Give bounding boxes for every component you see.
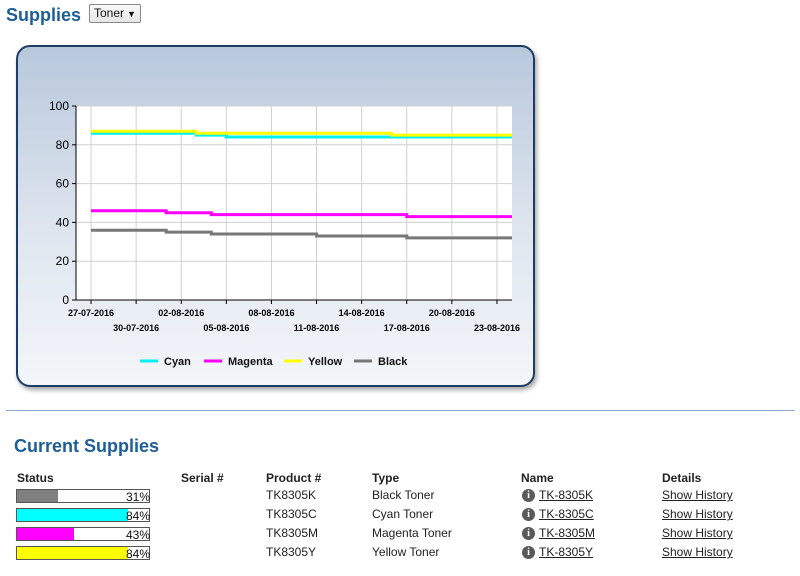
x-tick-label: 14-08-2016 (339, 308, 385, 318)
level-bar: 43% (16, 527, 150, 541)
y-tick-label: 0 (62, 293, 69, 307)
product-number: TK8305C (266, 507, 317, 521)
x-tick-label: 30-07-2016 (113, 323, 159, 333)
chevron-down-icon: ▼ (127, 9, 136, 19)
level-percent: 84% (125, 509, 150, 523)
level-bar: 31% (16, 489, 150, 503)
level-bar: 84% (16, 546, 150, 560)
supply-type: Yellow Toner (372, 545, 440, 559)
level-bar-fill (17, 509, 128, 521)
level-percent: 43% (125, 528, 150, 542)
y-tick-label: 80 (56, 138, 70, 152)
level-percent: 84% (125, 547, 150, 561)
x-tick-label: 02-08-2016 (158, 308, 204, 318)
supply-name-link[interactable]: TK-8305C (539, 507, 594, 521)
x-tick-label: 08-08-2016 (248, 308, 294, 318)
level-bar-fill (17, 490, 58, 502)
x-tick-label: 05-08-2016 (203, 323, 249, 333)
show-history-link[interactable]: Show History (662, 545, 733, 559)
legend-label: Cyan (164, 356, 191, 368)
show-history-link[interactable]: Show History (662, 488, 733, 502)
show-history-link[interactable]: Show History (662, 526, 733, 540)
x-tick-label: 27-07-2016 (68, 308, 114, 318)
column-header-serial: Serial # (181, 471, 224, 485)
info-icon[interactable]: i (522, 489, 535, 502)
product-number: TK8305K (266, 488, 317, 502)
column-header-details: Details (662, 471, 702, 485)
info-icon[interactable]: i (522, 508, 535, 521)
column-header-type: Type (372, 471, 400, 485)
level-percent: 31% (125, 490, 150, 504)
info-icon[interactable]: i (522, 546, 535, 559)
supply-type-select[interactable]: Toner ▼ (89, 4, 141, 23)
supply-history-chart-panel: 0 20 40 60 80 100 27-07-2016 02-08-2016 08-08-20… (16, 45, 535, 387)
column-header-status: Status (17, 471, 54, 485)
level-bar-fill (17, 547, 128, 559)
legend-label: Yellow (308, 356, 343, 368)
level-bar: 84% (16, 508, 150, 522)
page-title: Supplies (6, 5, 82, 25)
x-tick-label: 20-08-2016 (429, 308, 475, 318)
supply-name-link[interactable]: TK-8305Y (539, 545, 593, 559)
y-tick-label: 100 (49, 99, 69, 113)
product-number: TK8305M (266, 526, 319, 540)
x-tick-label: 11-08-2016 (294, 323, 340, 333)
supply-type: Cyan Toner (372, 507, 434, 521)
x-tick-label: 23-08-2016 (474, 323, 520, 333)
y-tick-label: 60 (56, 177, 70, 191)
supply-type-value: Toner (94, 6, 125, 20)
current-supplies-title: Current Supplies (14, 436, 160, 456)
product-number: TK8305Y (266, 545, 317, 559)
info-icon[interactable]: i (522, 527, 535, 540)
supply-name-link[interactable]: TK-8305M (539, 526, 595, 540)
y-tick-label: 40 (56, 215, 70, 229)
show-history-link[interactable]: Show History (662, 507, 733, 521)
legend-label: Black (378, 356, 408, 368)
legend-label: Magenta (228, 356, 274, 368)
y-tick-label: 20 (56, 254, 70, 268)
section-divider (6, 410, 795, 411)
level-bar-fill (17, 528, 74, 540)
column-header-product: Product # (266, 471, 322, 485)
column-header-name: Name (521, 471, 554, 485)
supply-type: Magenta Toner (372, 526, 452, 540)
supply-history-chart: 0 20 40 60 80 100 27-07-2016 02-08-2016 08-08-20… (49, 99, 520, 368)
supply-name-link[interactable]: TK-8305K (539, 488, 593, 502)
supply-type: Black Toner (372, 488, 435, 502)
x-tick-label: 17-08-2016 (384, 323, 430, 333)
